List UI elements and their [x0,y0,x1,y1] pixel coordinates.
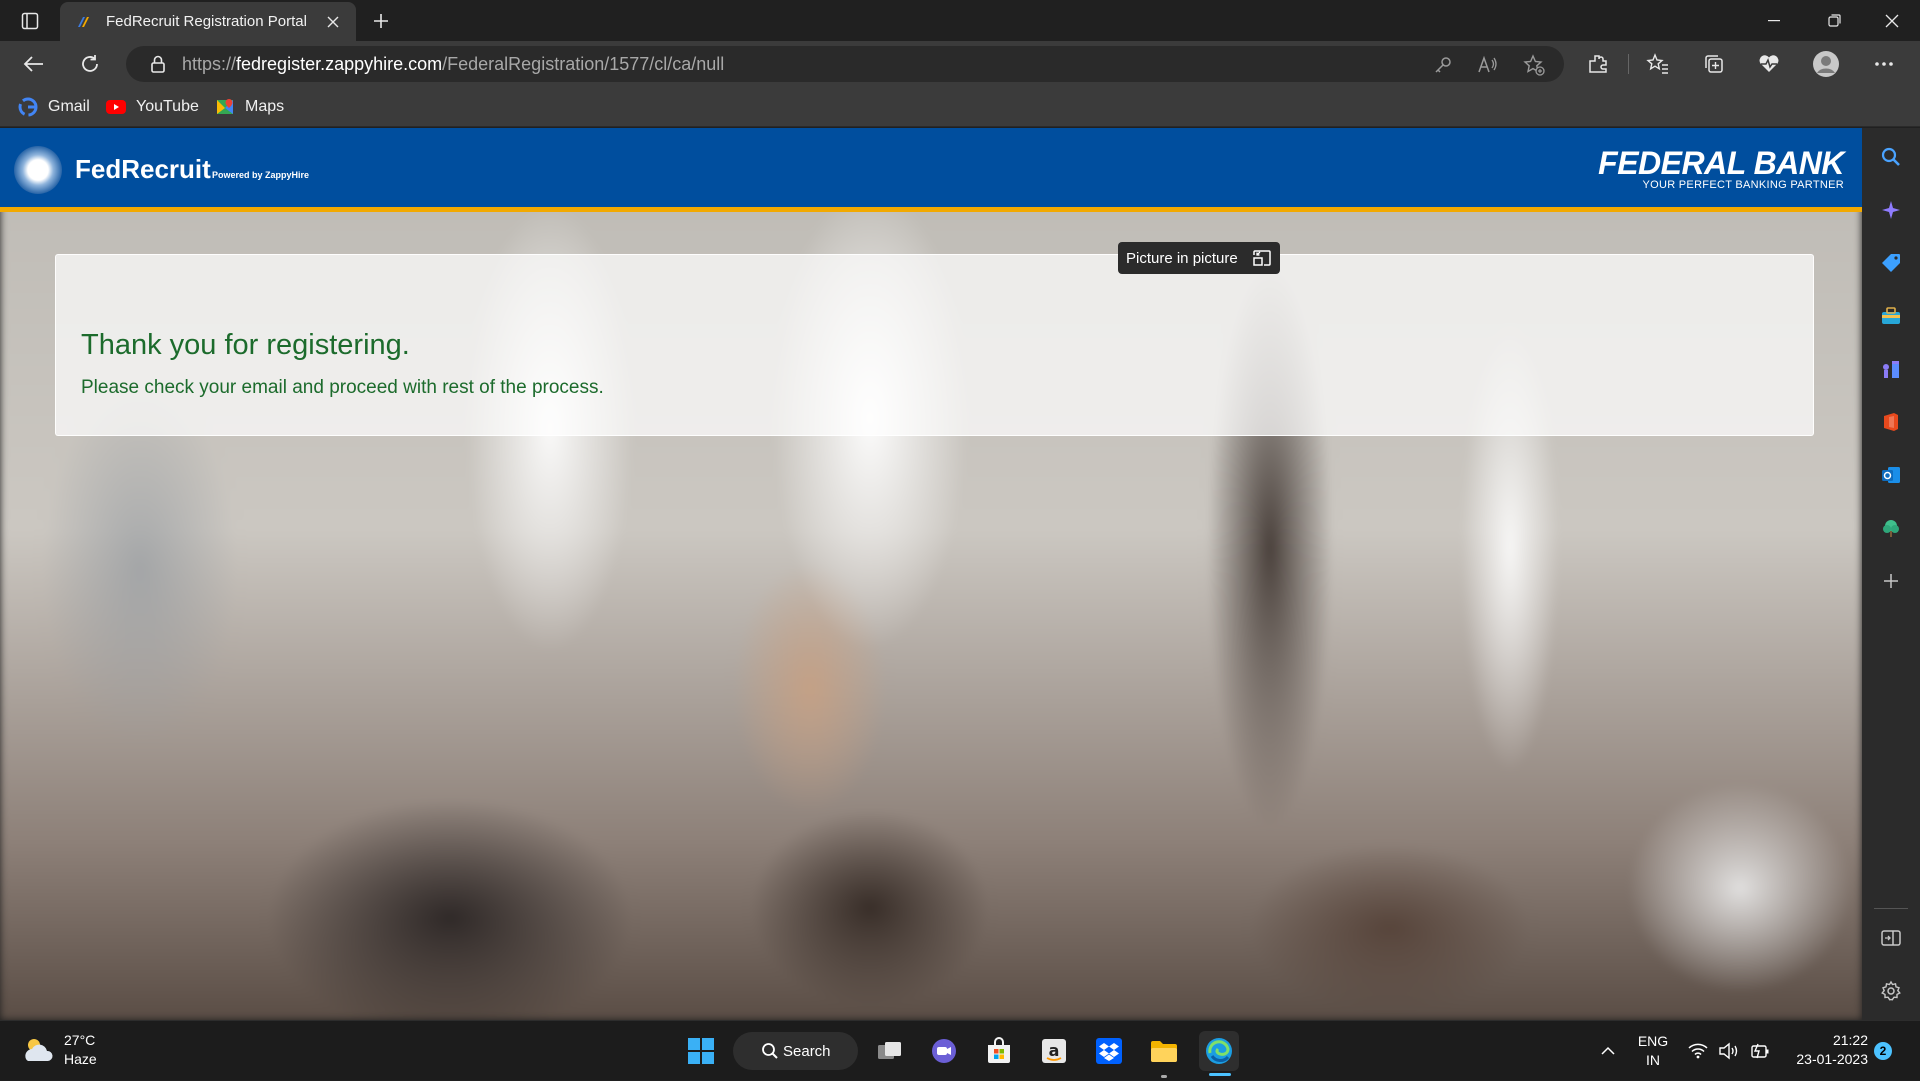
active-app-indicator [1209,1073,1231,1076]
windows-logo-icon [688,1038,714,1064]
tab-actions-icon[interactable] [18,9,42,33]
weather-condition: Haze [64,1051,97,1067]
task-view-icon[interactable] [870,1031,910,1071]
read-aloud-icon[interactable] [1476,53,1500,77]
favorites-icon[interactable] [1644,50,1672,78]
taskbar-search[interactable]: Search [733,1032,858,1070]
bookmark-label: Maps [245,98,285,115]
maps-icon [215,97,235,117]
bookmark-youtube[interactable]: YouTube [106,95,199,119]
extensions-icon[interactable] [1584,50,1612,78]
weather-haze-icon [25,1039,53,1061]
youtube-icon [106,97,126,117]
confirmation-card: Thank you for registering. Please check … [55,254,1814,436]
teams-chat-icon[interactable] [924,1031,964,1071]
close-window-icon[interactable] [1864,0,1920,41]
notification-badge[interactable]: 2 [1874,1042,1892,1060]
add-icon[interactable] [1876,566,1906,596]
weather-widget[interactable]: 27°C Haze [20,1031,97,1069]
language-indicator[interactable]: ENG IN [1638,1021,1668,1081]
page-viewport: FedRecruit Powered by ZappyHire FEDERAL … [0,128,1862,1020]
show-hidden-icons[interactable] [1600,1021,1616,1081]
bookmark-label: Gmail [48,98,90,115]
battery-charging-icon[interactable] [1749,1021,1771,1081]
back-icon[interactable] [20,50,48,78]
edge-sidebar [1862,128,1920,1020]
running-indicator [1161,1075,1167,1078]
more-options-icon[interactable] [1870,50,1898,78]
search-icon[interactable] [1876,142,1906,172]
copilot-icon[interactable] [1876,195,1906,225]
chevron-up-icon [1601,1046,1615,1055]
bank-name: FEDERAL BANK [1598,145,1844,181]
games-icon[interactable] [1876,354,1906,384]
dropbox-icon[interactable] [1089,1031,1129,1071]
sidebar-divider [1874,908,1908,909]
browser-toolbar: https://fedregister.zappyhire.com/Federa… [0,41,1920,87]
confirmation-title: Thank you for registering. [81,329,410,361]
tab-bar: FedRecruit Registration Portal [0,0,1920,41]
tab-title: FedRecruit Registration Portal [106,13,307,30]
picture-in-picture-button[interactable]: Picture in picture [1118,242,1280,274]
bookmarks-bar: Gmail YouTube Maps [0,87,1920,127]
restore-icon[interactable] [1806,0,1862,41]
new-tab-icon[interactable] [368,8,394,34]
edge-browser-icon[interactable] [1199,1031,1239,1071]
google-icon [18,97,38,117]
active-tab[interactable]: FedRecruit Registration Portal [60,2,356,41]
fedrecruit-favicon-icon [78,16,89,27]
bookmark-gmail[interactable]: Gmail [18,95,90,119]
site-header: FedRecruit Powered by ZappyHire FEDERAL … [0,128,1862,212]
address-bar[interactable]: https://fedregister.zappyhire.com/Federa… [126,46,1564,82]
temperature: 27°C [64,1032,96,1048]
microsoft-store-icon[interactable] [979,1031,1019,1071]
tools-icon[interactable] [1876,301,1906,331]
key-icon[interactable] [1431,53,1455,77]
svg-text:a: a [1049,1041,1060,1060]
fedrecruit-logo-icon [14,146,62,194]
volume-icon[interactable] [1718,1021,1740,1081]
federal-bank-logo: FEDERAL BANK YOUR PERFECT BANKING PARTNE… [1598,145,1844,192]
url-text[interactable]: https://fedregister.zappyhire.com/Federa… [182,54,724,75]
language-line1: ENG [1637,1033,1669,1049]
browser-essentials-icon[interactable] [1755,50,1783,78]
toolbar-divider [1628,54,1629,74]
wifi-icon[interactable] [1688,1021,1708,1081]
amazon-icon[interactable]: a [1034,1031,1074,1071]
outlook-icon[interactable] [1876,460,1906,490]
minimize-icon[interactable] [1746,0,1802,41]
language-line2: IN [1646,1052,1660,1068]
lock-icon[interactable] [148,54,168,74]
shopping-icon[interactable] [1876,248,1906,278]
site-brand: FedRecruit [75,154,211,184]
close-tab-icon[interactable] [322,11,344,33]
search-icon [762,1043,778,1059]
office-icon[interactable] [1876,407,1906,437]
pip-label: Picture in picture [1126,249,1238,267]
file-explorer-icon[interactable] [1144,1031,1184,1071]
clock-time: 21:22 [1832,1032,1868,1048]
start-button[interactable] [681,1031,721,1071]
refresh-icon[interactable] [76,50,104,78]
settings-icon[interactable] [1876,976,1906,1006]
collections-icon[interactable] [1700,50,1728,78]
site-brand-subtitle: Powered by ZappyHire [212,170,310,180]
bookmark-maps[interactable]: Maps [215,95,284,119]
picture-in-picture-icon [1253,250,1271,266]
clock-date: 23-01-2023 [1796,1051,1868,1067]
system-clock[interactable]: 21:22 23-01-2023 [1786,1031,1868,1069]
windows-taskbar: 27°C Haze Search a ENG IN 21:22 23-01-20… [0,1020,1920,1080]
split-screen-icon[interactable] [1876,923,1906,953]
profile-avatar[interactable] [1812,50,1840,78]
add-favorite-icon[interactable] [1522,53,1546,77]
search-label: Search [783,1042,831,1060]
tree-icon[interactable] [1876,513,1906,543]
bookmark-label: YouTube [136,98,199,115]
confirmation-message: Please check your email and proceed with… [81,377,604,398]
